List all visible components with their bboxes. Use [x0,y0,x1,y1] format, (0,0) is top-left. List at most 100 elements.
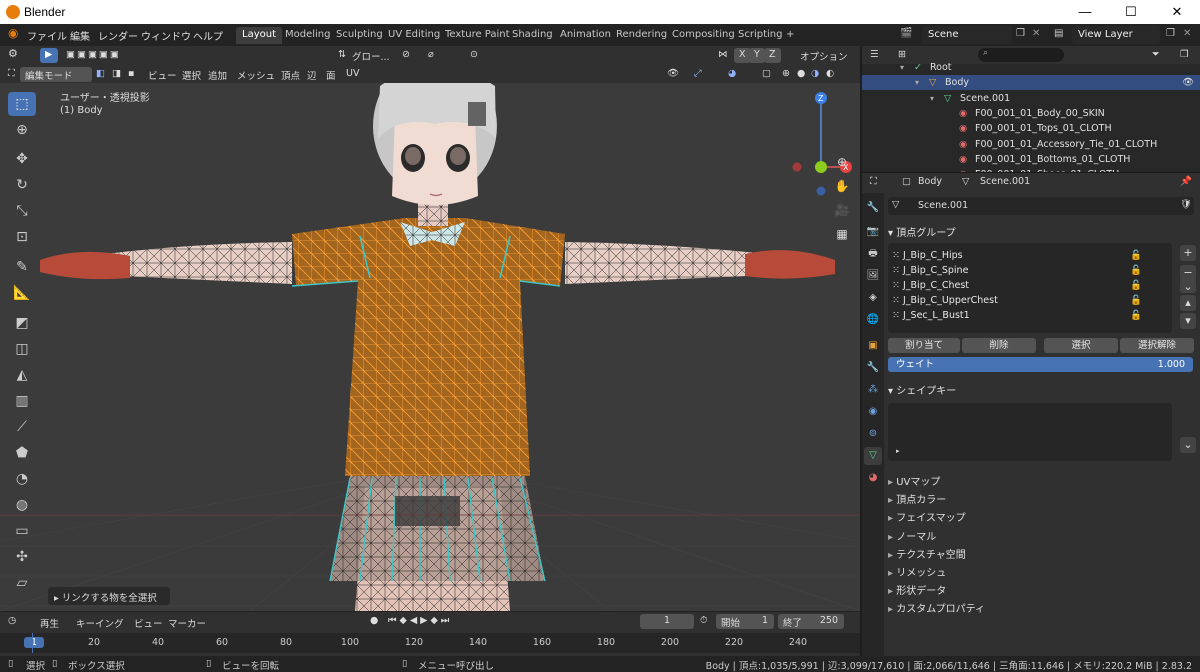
select-box-tool-icon[interactable]: ⬚ [8,92,36,116]
menu-uv[interactable]: UV [346,68,359,79]
properties-mesh-name[interactable]: Scene.001 [980,176,1030,187]
scene-tab-icon[interactable]: ◈ [864,289,882,307]
lock-icon[interactable]: 🔓 [1130,248,1142,263]
particles-tab-icon[interactable]: ⁂ [864,381,882,399]
new-collection-icon[interactable]: ❐ [1180,49,1189,60]
zoom-icon[interactable]: ⊕ [832,152,852,172]
lock-icon[interactable]: 🔓 [1130,308,1142,323]
rotate-tool-icon[interactable]: ↻ [8,173,36,197]
spin-tool-icon[interactable]: ◔ [8,467,36,491]
weight-slider[interactable]: ウェイト 1.000 [888,357,1193,372]
vertex-group-item[interactable]: ⁙ J_Bip_C_Chest 🔓 [892,278,1142,293]
current-frame-field[interactable]: 1 [640,614,694,629]
outliner-row[interactable]: ▾ ▽ Scene.001 [862,91,1200,106]
display-mode-icon[interactable]: ⊞ [898,49,906,60]
xray-icon[interactable]: ▢ [762,68,771,79]
edge-select-icon[interactable]: ◨ [112,68,121,79]
output-tab-icon[interactable]: 🖶 [864,245,882,263]
filter-icon[interactable]: ⏷ [1152,49,1160,60]
panel-section[interactable]: ▸ ノーマル [888,528,936,543]
tool-tab-icon[interactable]: 🔧 [864,199,882,217]
outliner-row[interactable]: ◉ F00_001_01_Tops_01_CLOTH [862,121,1200,136]
outliner-row[interactable]: ◉ F00_001_01_Body_00_SKIN [862,106,1200,121]
list-expand-icon[interactable]: ▸ [896,447,900,455]
menu-file[interactable]: ファイル [27,28,67,43]
tab-texture-paint[interactable]: Texture Paint [439,27,516,44]
move-tool-icon[interactable]: ✥ [8,147,36,171]
new-view-layer-icon[interactable]: ❐ [1166,28,1175,39]
editor-type-icon[interactable]: ⛶ [8,68,15,79]
vertex-group-item[interactable]: ⁙ J_Bip_C_Hips 🔓 [892,248,1142,263]
cursor-tool-icon[interactable]: ⊕ [8,118,36,142]
vertex-groups-header[interactable]: ▾ 頂点グループ [888,224,956,239]
panel-section[interactable]: ▸ テクスチャ空間 [888,546,966,561]
gizmo-icon[interactable]: ⤢ [694,68,702,79]
snap-icon[interactable]: ⌀ [428,49,434,60]
menu-mesh[interactable]: メッシュ [237,68,275,82]
expand-down-icon[interactable]: ▾ [915,75,919,90]
visibility-icon[interactable]: 👁 [667,68,679,79]
material-shading-icon[interactable]: ◑ [811,68,819,79]
delete-view-layer-icon[interactable]: ✕ [1183,28,1191,39]
edge-slide-tool-icon[interactable]: ▭ [8,519,36,543]
physics-tab-icon[interactable]: ◉ [864,403,882,421]
record-icon[interactable]: ● [370,615,378,626]
menu-edge[interactable]: 辺 [307,68,317,82]
loop-cut-tool-icon[interactable]: ▥ [8,389,36,413]
extrude-tool-icon[interactable]: ◩ [8,311,36,335]
move-up-button[interactable]: ▴ [1180,295,1196,311]
select-tool-icon[interactable]: ▶ [40,48,58,63]
remove-button[interactable]: 削除 [962,338,1036,353]
panel-section[interactable]: ▸ 頂点カラー [888,491,946,506]
menu-face[interactable]: 面 [326,68,336,82]
panel-section[interactable]: ▸ フェイスマップ [888,509,966,524]
scene-selector[interactable]: Scene [922,26,1012,44]
vertex-group-item[interactable]: ⁙ J_Bip_C_UpperChest 🔓 [892,293,1142,308]
lock-icon[interactable]: 🔓 [1130,263,1142,278]
shape-key-list[interactable]: ▸ [888,403,1172,461]
constraints-tab-icon[interactable]: ⊚ [864,425,882,443]
last-operator-panel[interactable]: ▸ リンクする物を全選択 [48,587,170,605]
menu-view[interactable]: ビュー [148,68,177,82]
shrink-fatten-tool-icon[interactable]: ✣ [8,545,36,569]
panel-section[interactable]: ▸ リメッシュ [888,564,946,579]
poly-build-tool-icon[interactable]: ⬟ [8,441,36,465]
expand-down-icon[interactable]: ▾ [900,60,904,75]
properties-object-name[interactable]: Body [918,176,942,187]
inset-tool-icon[interactable]: ◫ [8,337,36,361]
menu-add[interactable]: 追加 [208,68,227,82]
menu-timeline-view[interactable]: ビュー [134,616,163,630]
solid-shading-icon[interactable]: ● [797,68,805,79]
timeline-ruler[interactable]: 1 20 40 60 80 100 120 140 160 180 200 220 240 [0,633,860,653]
scale-tool-icon[interactable]: ⤡ [8,199,36,223]
wireframe-shading-icon[interactable]: ⊕ [782,68,790,79]
annotate-tool-icon[interactable]: ✎ [8,255,36,279]
visibility-eye-icon[interactable]: 👁 [1182,75,1194,90]
minimize-button[interactable]: — [1062,0,1108,24]
menu-vertex[interactable]: 頂点 [281,68,300,82]
blender-menu-icon[interactable]: ◉ [8,26,18,40]
tab-modeling[interactable]: Modeling [279,27,337,44]
axis-y-toggle[interactable]: Y [749,48,765,63]
transform-tool-icon[interactable]: ⊡ [8,225,36,249]
menu-render[interactable]: レンダー [98,28,138,43]
transform-orientation[interactable]: グロー... [352,49,390,63]
shape-key-menu-button[interactable]: ⌄ [1180,437,1196,453]
mode-selector[interactable]: 編集モード [20,67,92,82]
panel-section[interactable]: ▸ カスタムプロパティ [888,600,985,615]
menu-window[interactable]: ウィンドウ [141,28,191,43]
lock-icon[interactable]: 🔓 [1130,278,1142,293]
axis-z-toggle[interactable]: Z [764,48,781,63]
menu-help[interactable]: ヘルプ [193,28,223,43]
deselect-button[interactable]: 選択解除 [1120,338,1194,353]
menu-edit[interactable]: 編集 [70,28,90,43]
vertex-group-item[interactable]: ⁙ J_Sec_L_Bust1 🔓 [892,308,1142,323]
outliner-row[interactable]: ▾ ▽ Body 👁 [862,75,1200,91]
pin-icon[interactable]: 📌 [1180,176,1192,187]
overlay-icon[interactable]: ◕ [728,68,736,79]
outliner-editor-icon[interactable]: ☰ [870,49,879,60]
modifier-tab-icon[interactable]: 🔧 [864,359,882,377]
lock-icon[interactable]: 🔓 [1130,293,1142,308]
pivot-icon[interactable]: ⊘ [402,49,410,60]
end-frame-field[interactable]: 終了 250 [778,614,844,629]
